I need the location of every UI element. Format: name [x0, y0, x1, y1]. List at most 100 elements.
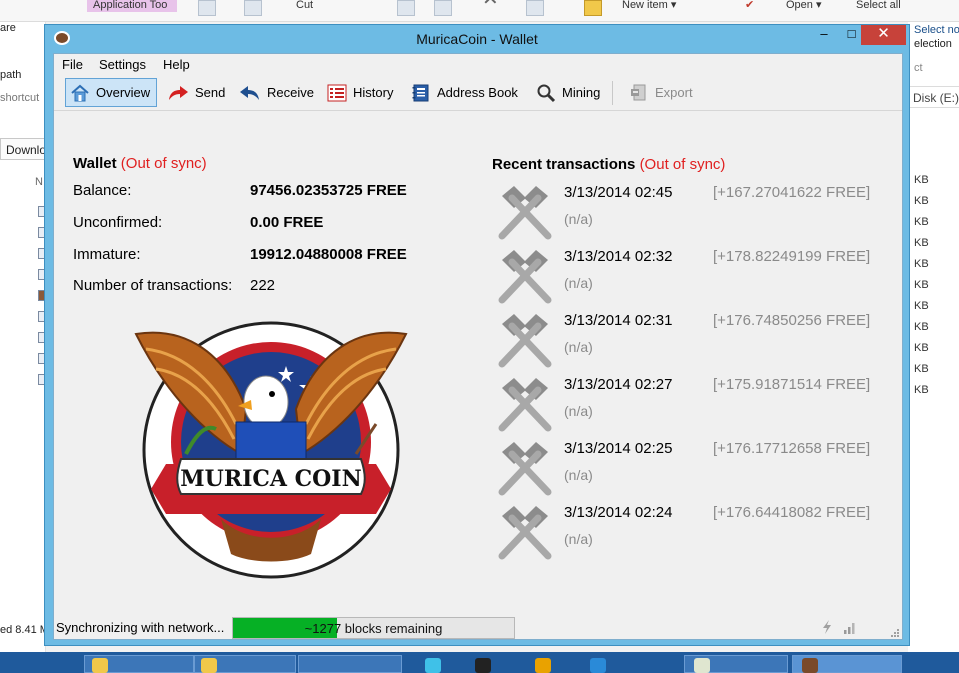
recent-sync-status: (Out of sync) — [639, 156, 726, 173]
bg-size-cell: KB — [914, 174, 929, 186]
history-button[interactable]: History — [322, 78, 400, 107]
paste-icon — [198, 0, 216, 16]
sync-status-text: Synchronizing with network... — [56, 620, 225, 635]
history-label: History — [353, 85, 394, 100]
delete-icon: ✕ — [482, 0, 499, 9]
bg-size-cell: KB — [914, 279, 929, 291]
bg-select-none-label: Select none — [914, 24, 959, 36]
taskbar-button[interactable] — [298, 655, 402, 673]
bg-are-text: are — [0, 22, 16, 34]
transaction-date: 3/13/2014 02:27 — [564, 376, 673, 393]
muricacoin-taskbar-icon — [802, 658, 818, 673]
copy-to-icon — [434, 0, 452, 16]
recent-transactions-header: Recent transactions (Out of sync) — [492, 156, 725, 173]
close-button[interactable]: ✕ — [861, 25, 906, 45]
transaction-amount: [+178.82249199 FREE] — [713, 248, 871, 265]
send-label: Send — [195, 85, 226, 100]
overview-label: Overview — [96, 85, 151, 100]
wallet-sync-status: (Out of sync) — [120, 155, 207, 172]
menu-settings[interactable]: Settings — [99, 57, 146, 72]
bg-size-cell: KB — [914, 195, 929, 207]
unconfirmed-label: Unconfirmed: — [73, 214, 163, 231]
app-icon — [590, 658, 606, 673]
mining-button[interactable]: Mining — [531, 78, 607, 107]
lightning-icon — [823, 620, 831, 634]
transaction-amount: [+176.64418082 FREE] — [713, 504, 871, 521]
menu-file[interactable]: File — [62, 57, 83, 72]
client-area: File Settings Help Overview Send Receive… — [53, 53, 903, 640]
bg-path-text: path — [0, 69, 22, 81]
taskbar — [0, 652, 959, 673]
transactions-count-value: 222 — [250, 277, 276, 294]
mined-pickaxe-icon — [496, 246, 554, 304]
menu-help[interactable]: Help — [163, 57, 190, 72]
bg-cut-label: Cut — [296, 0, 314, 11]
bg-size-cell: KB — [914, 321, 929, 333]
background-navigation-pane: are path shortcut Downlo N — [0, 22, 46, 652]
receive-label: Receive — [267, 85, 314, 100]
window-title: MuricaCoin - Wallet — [416, 31, 538, 47]
receive-button[interactable]: Receive — [234, 78, 321, 107]
transaction-label: (n/a) — [564, 467, 593, 483]
transaction-date: 3/13/2014 02:32 — [564, 248, 673, 265]
resize-grip-icon[interactable] — [890, 628, 900, 638]
connection-bars-icon — [844, 623, 855, 634]
balance-value: 97456.02353725 FREE — [250, 182, 407, 199]
menu-bar: File Settings Help — [54, 54, 902, 74]
bg-new-item-label: New item ▾ — [622, 0, 677, 11]
magnifier-icon — [537, 84, 556, 102]
immature-value: 19912.04880008 FREE — [250, 246, 407, 263]
export-label: Export — [655, 85, 693, 100]
bg-disk-label: Disk (E:) — [908, 86, 959, 108]
title-bar[interactable]: MuricaCoin - Wallet – □ ✕ — [45, 25, 909, 53]
transaction-amount: [+176.17712658 FREE] — [713, 440, 871, 457]
transaction-label: (n/a) — [564, 531, 593, 547]
mined-pickaxe-icon — [496, 182, 554, 240]
app-icon — [425, 658, 441, 673]
send-arrow-icon — [169, 85, 188, 100]
logo-text: MURICA COIN — [180, 466, 361, 492]
export-button[interactable]: Export — [624, 78, 700, 107]
bg-selection-label: election — [914, 38, 952, 50]
bg-status-text: ed 8.41 M — [0, 624, 49, 636]
bg-size-cell: KB — [914, 300, 929, 312]
wallet-header: Wallet (Out of sync) — [73, 155, 207, 172]
mined-pickaxe-icon — [496, 502, 554, 560]
bg-downloads-box: Downlo — [0, 138, 46, 160]
immature-label: Immature: — [73, 246, 141, 263]
address-book-button[interactable]: Address Book — [406, 78, 525, 107]
transaction-label: (n/a) — [564, 403, 593, 419]
minimize-button[interactable]: – — [810, 25, 838, 45]
bg-application-tools-tab: Application Too — [87, 0, 177, 12]
overview-button[interactable]: Overview — [65, 78, 158, 107]
transaction-date: 3/13/2014 02:25 — [564, 440, 673, 457]
background-details-pane: Select none election ct Disk (E:) KB KB … — [908, 22, 959, 652]
send-button[interactable]: Send — [162, 78, 232, 107]
export-icon — [631, 84, 646, 100]
unconfirmed-value: 0.00 FREE — [250, 214, 324, 231]
transaction-label: (n/a) — [564, 211, 593, 227]
recent-transactions-title: Recent transactions — [492, 156, 636, 173]
address-book-label: Address Book — [437, 85, 518, 100]
balance-label: Balance: — [73, 182, 132, 199]
copy-icon — [244, 0, 262, 16]
bg-size-cell: KB — [914, 363, 929, 375]
transaction-amount: [+176.74850256 FREE] — [713, 312, 871, 329]
sync-progress-bar: ~1277 blocks remaining — [232, 617, 515, 639]
mined-pickaxe-icon — [496, 438, 554, 496]
home-icon — [71, 84, 89, 101]
transaction-amount: [+167.27041622 FREE] — [713, 184, 871, 201]
mined-pickaxe-icon — [496, 310, 554, 368]
bg-column-header: N — [35, 176, 43, 188]
new-folder-icon — [584, 0, 602, 16]
bg-size-cell: KB — [914, 258, 929, 270]
app-icon — [535, 658, 551, 673]
toolbar: Overview Send Receive History Address Bo… — [54, 75, 902, 111]
mined-pickaxe-icon — [496, 374, 554, 432]
folder-icon — [92, 658, 108, 673]
transaction-amount: [+175.91871514 FREE] — [713, 376, 871, 393]
muricacoin-logo: MURICA COIN — [134, 321, 408, 579]
toolbar-separator — [612, 81, 613, 105]
wallet-window: MuricaCoin - Wallet – □ ✕ File Settings … — [44, 24, 910, 646]
sync-progress-text: ~1277 blocks remaining — [304, 621, 443, 636]
